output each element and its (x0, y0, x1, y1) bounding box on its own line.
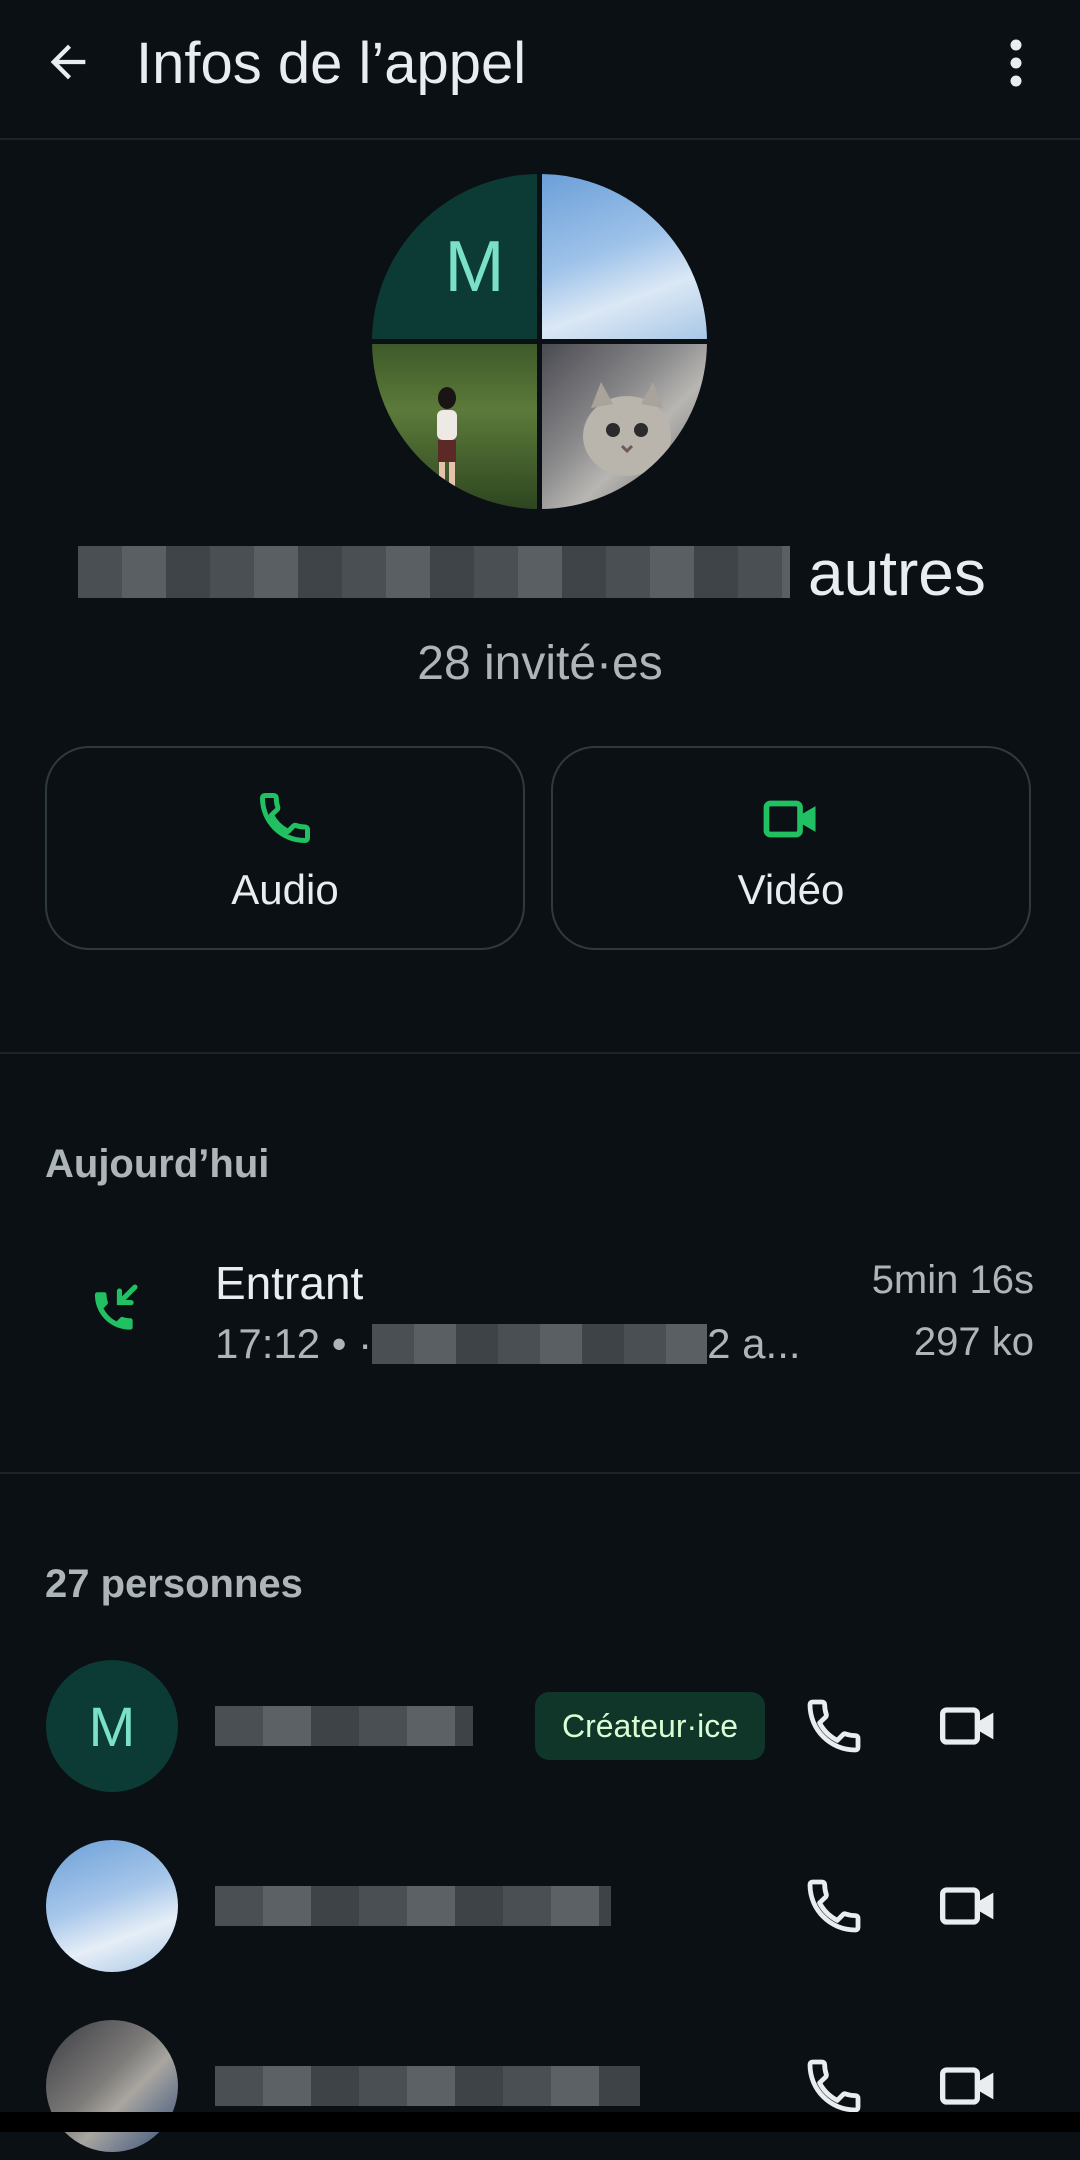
phone-icon (260, 793, 310, 843)
redacted-name (215, 1706, 473, 1746)
video-icon (763, 800, 816, 838)
phone-icon[interactable] (802, 2054, 866, 2118)
back-button[interactable] (36, 30, 100, 94)
call-log-entry[interactable]: Entrant 17:12 • · 2 a... 5min 16s 297 ko (0, 1240, 1080, 1390)
video-icon[interactable] (936, 1874, 1000, 1938)
creator-badge: Créateur·ice (535, 1692, 765, 1760)
avatar-tile-sky-photo (542, 174, 707, 339)
arrow-back-icon (50, 44, 86, 80)
divider (0, 1472, 1080, 1474)
video-icon[interactable] (936, 2054, 1000, 2118)
audio-call-button[interactable]: Audio (45, 746, 525, 950)
participant-row[interactable] (0, 2010, 1080, 2160)
section-today: Aujourd’hui (45, 1142, 270, 1186)
group-name: autres (0, 537, 1080, 610)
call-time: 17:12 • · (215, 1320, 373, 1367)
more-options-button[interactable] (990, 30, 1042, 96)
redacted-names (78, 546, 790, 598)
video-call-button[interactable]: Vidéo (551, 746, 1031, 950)
invited-count: 28 invité·es (417, 637, 663, 690)
call-details: 17:12 • · 2 a... (215, 1320, 801, 1368)
video-label: Vidéo (737, 866, 845, 913)
group-avatar[interactable]: M (372, 174, 707, 509)
call-data-size: 297 ko (913, 1320, 1034, 1364)
redacted-name (215, 2066, 640, 2106)
participant-row[interactable]: M Créateur·ice (0, 1650, 1080, 1800)
group-name-suffix: autres (808, 537, 986, 609)
phone-icon[interactable] (802, 1694, 866, 1758)
bottom-edge (0, 2112, 1080, 2132)
divider (0, 1052, 1080, 1054)
video-icon[interactable] (936, 1694, 1000, 1758)
audio-label: Audio (231, 866, 339, 913)
section-participants: 27 personnes (45, 1562, 303, 1606)
avatar-tile-cat-photo (542, 344, 707, 509)
more-vertical-icon (1010, 39, 1022, 87)
person-figure (437, 387, 457, 492)
avatar (46, 1840, 178, 1972)
call-direction: Entrant (215, 1257, 364, 1309)
incoming-call-icon (94, 1284, 138, 1330)
avatar-tile-initial: M (372, 174, 537, 339)
avatar: M (46, 1660, 178, 1792)
app-bar: Infos de l’appel (0, 0, 1080, 140)
avatar (46, 2020, 178, 2152)
phone-icon[interactable] (802, 1874, 866, 1938)
call-duration: 5min 16s (871, 1258, 1034, 1302)
redacted-name (215, 1886, 611, 1926)
cat-figure (583, 382, 671, 476)
participant-row[interactable] (0, 1830, 1080, 1980)
redacted-text (372, 1324, 708, 1364)
avatar-tile-forest-photo (372, 344, 537, 509)
call-details-suffix: 2 a... (707, 1320, 801, 1367)
page-title: Infos de l’appel (136, 31, 527, 96)
